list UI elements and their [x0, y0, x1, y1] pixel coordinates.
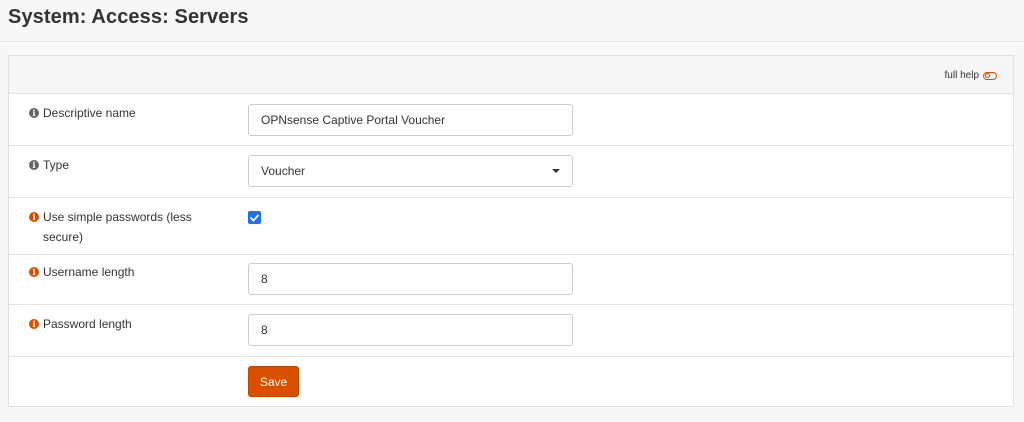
- row-descriptive-name: i Descriptive name: [9, 94, 1013, 146]
- toggle-icon[interactable]: [983, 71, 997, 80]
- full-help-label: full help: [944, 70, 979, 81]
- type-label-text: Type: [43, 158, 70, 172]
- info-circle-icon[interactable]: i: [29, 160, 39, 170]
- username-length-label: i Username length: [29, 262, 219, 282]
- row-simple-passwords: i Use simple passwords (less secure): [9, 198, 1013, 255]
- type-select[interactable]: Voucher: [248, 155, 573, 187]
- username-length-label-text: Username length: [43, 265, 135, 279]
- page-title: System: Access: Servers: [8, 6, 249, 28]
- info-circle-icon[interactable]: i: [29, 212, 39, 222]
- simple-passwords-checkbox[interactable]: [248, 211, 261, 224]
- password-length-input[interactable]: [248, 314, 573, 346]
- save-button[interactable]: Save: [248, 366, 299, 397]
- caret-down-icon: [552, 169, 560, 173]
- type-selected-value: Voucher: [261, 164, 306, 178]
- row-type: i Type Voucher: [9, 146, 1013, 198]
- info-circle-icon[interactable]: i: [29, 108, 39, 118]
- page-header: System: Access: Servers: [0, 0, 1024, 42]
- simple-passwords-label: i Use simple passwords (less secure): [29, 207, 219, 247]
- descriptive-name-input[interactable]: [248, 104, 573, 136]
- check-icon: [250, 214, 259, 221]
- password-length-label: i Password length: [29, 314, 219, 334]
- info-circle-icon[interactable]: i: [29, 319, 39, 329]
- username-length-input[interactable]: [248, 263, 573, 295]
- descriptive-name-label: i Descriptive name: [29, 103, 219, 123]
- info-circle-icon[interactable]: i: [29, 267, 39, 277]
- full-help-toggle[interactable]: full help: [945, 70, 997, 81]
- simple-passwords-label-text: Use simple passwords (less secure): [43, 210, 192, 244]
- password-length-label-text: Password length: [43, 317, 132, 331]
- settings-panel: full help i Descriptive name i Type Vouc…: [8, 55, 1014, 407]
- type-label: i Type: [29, 155, 219, 175]
- panel-toolbar: full help: [9, 56, 1013, 94]
- row-username-length: i Username length: [9, 255, 1013, 305]
- descriptive-name-label-text: Descriptive name: [43, 106, 136, 120]
- row-password-length: i Password length: [9, 305, 1013, 357]
